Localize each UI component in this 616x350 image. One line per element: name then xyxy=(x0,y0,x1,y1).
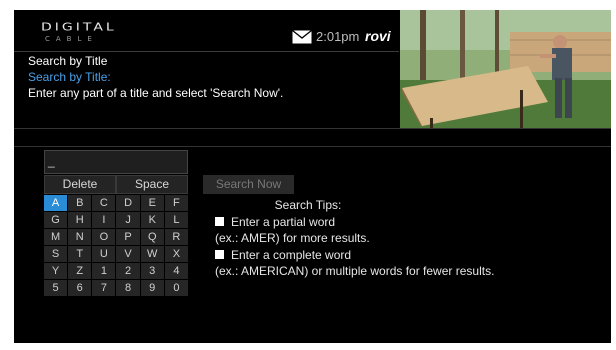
key-1[interactable]: 1 xyxy=(92,263,116,279)
key-m[interactable]: M xyxy=(44,229,68,245)
key-u[interactable]: U xyxy=(92,246,116,262)
tv-screen: DIGITAL CABLE 2:01pm rovi Search by Titl… xyxy=(14,10,611,343)
brand-main: DIGITAL xyxy=(41,21,117,34)
mail-icon xyxy=(292,30,312,44)
key-z[interactable]: Z xyxy=(68,263,92,279)
search-input[interactable]: _ xyxy=(44,150,188,174)
header-divider xyxy=(14,51,399,52)
key-s[interactable]: S xyxy=(44,246,68,262)
key-p[interactable]: P xyxy=(116,229,140,245)
key-v[interactable]: V xyxy=(116,246,140,262)
key-l[interactable]: L xyxy=(164,212,188,228)
key-7[interactable]: 7 xyxy=(92,280,116,296)
tip-example: (ex.: AMER) for more results. xyxy=(215,231,370,245)
key-q[interactable]: Q xyxy=(140,229,164,245)
keyboard-function-row: Delete Space xyxy=(44,175,188,194)
key-0[interactable]: 0 xyxy=(164,280,188,296)
brand-logo: DIGITAL CABLE xyxy=(41,22,117,48)
tip-text: Enter a partial word xyxy=(231,214,336,229)
header: DIGITAL CABLE 2:01pm rovi Search by Titl… xyxy=(14,10,611,128)
key-x[interactable]: X xyxy=(164,246,188,262)
key-y[interactable]: Y xyxy=(44,263,68,279)
tip-text: Enter a complete word xyxy=(231,247,352,262)
clock: 2:01pm xyxy=(316,29,360,44)
key-3[interactable]: 3 xyxy=(140,263,164,279)
brand-sub: CABLE xyxy=(45,35,98,43)
key-5[interactable]: 5 xyxy=(44,280,68,296)
search-tips: Search Tips: Enter a partial word (ex.: … xyxy=(215,197,545,280)
checkbox-icon xyxy=(215,217,224,227)
key-9[interactable]: 9 xyxy=(140,280,164,296)
key-d[interactable]: D xyxy=(116,195,140,211)
tip-example: (ex.: AMERICAN) or multiple words for fe… xyxy=(215,264,495,278)
key-n[interactable]: N xyxy=(68,229,92,245)
key-t[interactable]: T xyxy=(68,246,92,262)
key-g[interactable]: G xyxy=(44,212,68,228)
divider-bottom xyxy=(14,146,611,147)
key-a[interactable]: A xyxy=(44,195,68,211)
page-title: Search by Title xyxy=(28,54,108,68)
key-r[interactable]: R xyxy=(164,229,188,245)
tip-complete-word: Enter a complete word xyxy=(215,247,545,264)
key-c[interactable]: C xyxy=(92,195,116,211)
page-subtitle: Search by Title: xyxy=(28,70,111,84)
key-2[interactable]: 2 xyxy=(116,263,140,279)
key-i[interactable]: I xyxy=(92,212,116,228)
divider-top xyxy=(14,128,611,129)
keyboard-grid: ABCDEF GHIJKL MNOPQR STUVWX YZ1234 567890 xyxy=(44,195,188,296)
delete-key[interactable]: Delete xyxy=(44,175,116,194)
search-now-button[interactable]: Search Now xyxy=(203,175,294,194)
space-key[interactable]: Space xyxy=(116,175,188,194)
key-j[interactable]: J xyxy=(116,212,140,228)
key-b[interactable]: B xyxy=(68,195,92,211)
key-6[interactable]: 6 xyxy=(68,280,92,296)
key-h[interactable]: H xyxy=(68,212,92,228)
rovi-logo: rovi xyxy=(365,28,391,44)
onscreen-keyboard: _ Delete Space ABCDEF GHIJKL MNOPQR STUVWX Y… xyxy=(44,150,188,296)
video-preview[interactable] xyxy=(400,10,611,128)
checkbox-icon xyxy=(215,250,224,260)
key-8[interactable]: 8 xyxy=(116,280,140,296)
key-k[interactable]: K xyxy=(140,212,164,228)
key-e[interactable]: E xyxy=(140,195,164,211)
video-scene xyxy=(400,10,611,128)
key-o[interactable]: O xyxy=(92,229,116,245)
tip-partial-word: Enter a partial word xyxy=(215,214,545,231)
instruction-text: Enter any part of a title and select 'Se… xyxy=(28,86,284,100)
key-w[interactable]: W xyxy=(140,246,164,262)
tips-heading: Search Tips: xyxy=(274,198,342,212)
key-4[interactable]: 4 xyxy=(164,263,188,279)
key-f[interactable]: F xyxy=(164,195,188,211)
